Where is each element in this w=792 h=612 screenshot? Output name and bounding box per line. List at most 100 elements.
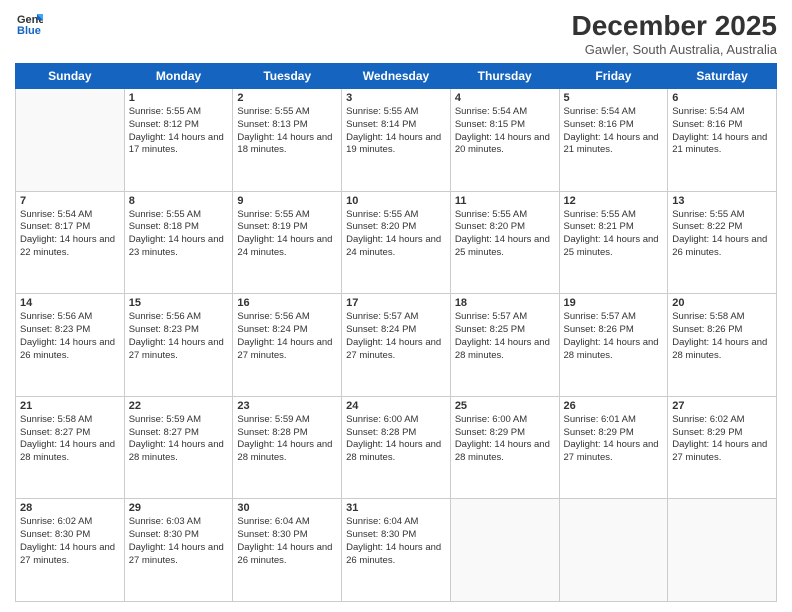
cell-info: Sunrise: 5:56 AMSunset: 8:23 PMDaylight:… [129,311,229,362]
cell-info: Sunrise: 5:55 AMSunset: 8:12 PMDaylight:… [129,106,229,157]
table-row: 30Sunrise: 6:04 AMSunset: 8:30 PMDayligh… [233,499,342,602]
sunrise-text: Sunrise: 5:55 AM [672,209,772,222]
daylight-text: Daylight: 14 hours and 24 minutes. [237,234,337,260]
sunset-text: Sunset: 8:29 PM [672,427,772,440]
day-number: 24 [346,400,446,412]
sunset-text: Sunset: 8:20 PM [455,221,555,234]
day-number: 23 [237,400,337,412]
table-row: 4Sunrise: 5:54 AMSunset: 8:15 PMDaylight… [450,89,559,192]
table-row: 18Sunrise: 5:57 AMSunset: 8:25 PMDayligh… [450,294,559,397]
table-row [668,499,777,602]
sunset-text: Sunset: 8:16 PM [672,119,772,132]
cell-info: Sunrise: 5:59 AMSunset: 8:27 PMDaylight:… [129,414,229,465]
col-friday: Friday [559,64,668,89]
day-number: 6 [672,92,772,104]
sunset-text: Sunset: 8:15 PM [455,119,555,132]
col-wednesday: Wednesday [342,64,451,89]
daylight-text: Daylight: 14 hours and 28 minutes. [455,439,555,465]
sunset-text: Sunset: 8:28 PM [346,427,446,440]
sunset-text: Sunset: 8:21 PM [564,221,664,234]
daylight-text: Daylight: 14 hours and 21 minutes. [564,132,664,158]
table-row: 17Sunrise: 5:57 AMSunset: 8:24 PMDayligh… [342,294,451,397]
month-title: December 2025 [572,10,777,42]
table-row: 6 Sunrise: 5:54 AMSunset: 8:16 PMDaylight… [668,89,777,192]
sunset-text: Sunset: 8:25 PM [455,324,555,337]
sunrise-text: Sunrise: 6:03 AM [129,516,229,529]
sunrise-text: Sunrise: 6:02 AM [672,414,772,427]
cell-info: Sunrise: 6:00 AMSunset: 8:28 PMDaylight:… [346,414,446,465]
cell-info: Sunrise: 5:54 AMSunset: 8:16 PMDaylight:… [672,106,772,157]
logo: General Blue [15,10,43,38]
sunrise-text: Sunrise: 5:55 AM [346,106,446,119]
cell-info: Sunrise: 5:57 AMSunset: 8:26 PMDaylight:… [564,311,664,362]
table-row [16,89,125,192]
day-number: 1 [129,92,229,104]
sunset-text: Sunset: 8:14 PM [346,119,446,132]
sunset-text: Sunset: 8:26 PM [564,324,664,337]
cell-info: Sunrise: 5:55 AMSunset: 8:13 PMDaylight:… [237,106,337,157]
day-number: 4 [455,92,555,104]
daylight-text: Daylight: 14 hours and 22 minutes. [20,234,120,260]
table-row: 7Sunrise: 5:54 AMSunset: 8:17 PMDaylight… [16,191,125,294]
title-block: December 2025 Gawler, South Australia, A… [572,10,777,57]
sunset-text: Sunset: 8:22 PM [672,221,772,234]
sunset-text: Sunset: 8:30 PM [129,529,229,542]
day-number: 17 [346,297,446,309]
table-row: 2Sunrise: 5:55 AMSunset: 8:13 PMDaylight… [233,89,342,192]
sunset-text: Sunset: 8:18 PM [129,221,229,234]
sunset-text: Sunset: 8:24 PM [346,324,446,337]
day-number: 27 [672,400,772,412]
table-row: 13Sunrise: 5:55 AMSunset: 8:22 PMDayligh… [668,191,777,294]
sunrise-text: Sunrise: 5:54 AM [455,106,555,119]
day-number: 15 [129,297,229,309]
calendar-table: Sunday Monday Tuesday Wednesday Thursday… [15,63,777,602]
daylight-text: Daylight: 14 hours and 27 minutes. [672,439,772,465]
sunrise-text: Sunrise: 5:54 AM [20,209,120,222]
daylight-text: Daylight: 14 hours and 23 minutes. [129,234,229,260]
table-row: 15 Sunrise: 5:56 AMSunset: 8:23 PMDayligh… [124,294,233,397]
day-number: 22 [129,400,229,412]
sunset-text: Sunset: 8:23 PM [129,324,229,337]
table-row: 22 Sunrise: 5:59 AMSunset: 8:27 PMDayligh… [124,396,233,499]
table-row: 10Sunrise: 5:55 AMSunset: 8:20 PMDayligh… [342,191,451,294]
cell-info: Sunrise: 5:58 AMSunset: 8:26 PMDaylight:… [672,311,772,362]
sunrise-text: Sunrise: 5:57 AM [346,311,446,324]
sunrise-text: Sunrise: 6:04 AM [346,516,446,529]
cell-info: Sunrise: 6:03 AMSunset: 8:30 PMDaylight:… [129,516,229,567]
table-row: 16Sunrise: 5:56 AMSunset: 8:24 PMDayligh… [233,294,342,397]
daylight-text: Daylight: 14 hours and 26 minutes. [346,542,446,568]
day-number: 29 [129,502,229,514]
day-number: 13 [672,195,772,207]
sunset-text: Sunset: 8:30 PM [346,529,446,542]
sunrise-text: Sunrise: 5:55 AM [129,209,229,222]
table-row: 12Sunrise: 5:55 AMSunset: 8:21 PMDayligh… [559,191,668,294]
col-sunday: Sunday [16,64,125,89]
sunrise-text: Sunrise: 5:58 AM [672,311,772,324]
table-row: 24 Sunrise: 6:00 AMSunset: 8:28 PMDayligh… [342,396,451,499]
sunset-text: Sunset: 8:27 PM [20,427,120,440]
location: Gawler, South Australia, Australia [572,42,777,57]
sunset-text: Sunset: 8:12 PM [129,119,229,132]
table-row: 25Sunrise: 6:00 AMSunset: 8:29 PMDayligh… [450,396,559,499]
daylight-text: Daylight: 14 hours and 27 minutes. [20,542,120,568]
sunrise-text: Sunrise: 5:56 AM [20,311,120,324]
daylight-text: Daylight: 14 hours and 17 minutes. [129,132,229,158]
sunrise-text: Sunrise: 6:00 AM [346,414,446,427]
cell-info: Sunrise: 6:04 AMSunset: 8:30 PMDaylight:… [237,516,337,567]
day-number: 9 [237,195,337,207]
day-number: 5 [564,92,664,104]
sunrise-text: Sunrise: 6:02 AM [20,516,120,529]
table-row: 31Sunrise: 6:04 AMSunset: 8:30 PMDayligh… [342,499,451,602]
sunset-text: Sunset: 8:28 PM [237,427,337,440]
sunset-text: Sunset: 8:29 PM [564,427,664,440]
day-number: 26 [564,400,664,412]
day-number: 19 [564,297,664,309]
sunset-text: Sunset: 8:24 PM [237,324,337,337]
table-row: 28Sunrise: 6:02 AMSunset: 8:30 PMDayligh… [16,499,125,602]
cell-info: Sunrise: 5:55 AMSunset: 8:20 PMDaylight:… [455,209,555,260]
day-number: 20 [672,297,772,309]
daylight-text: Daylight: 14 hours and 18 minutes. [237,132,337,158]
sunset-text: Sunset: 8:29 PM [455,427,555,440]
daylight-text: Daylight: 14 hours and 26 minutes. [20,337,120,363]
table-row: 11Sunrise: 5:55 AMSunset: 8:20 PMDayligh… [450,191,559,294]
